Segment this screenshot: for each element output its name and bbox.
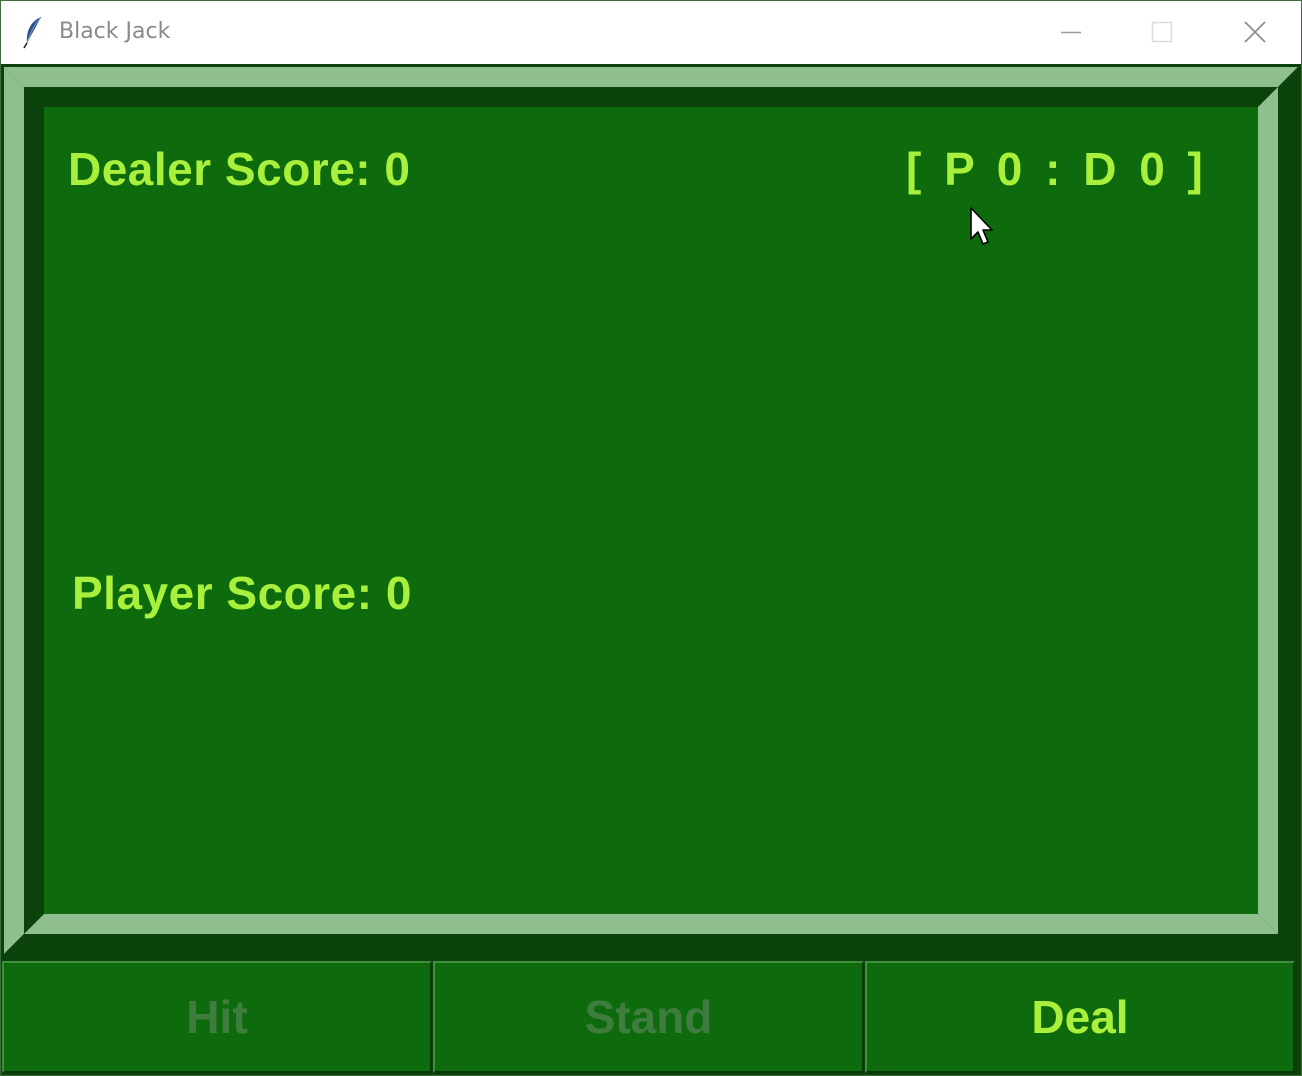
deal-button-label: Deal [1031, 991, 1129, 1043]
table-frame [4, 67, 1298, 954]
close-button[interactable] [1209, 1, 1301, 64]
hit-button[interactable]: Hit [2, 961, 432, 1073]
blackjack-window: Black Jack Dealer Score: 0 [P 0: D 0]… [0, 0, 1302, 1076]
mouse-cursor-icon [970, 207, 993, 245]
feather-icon [23, 16, 42, 49]
maximize-button[interactable] [1117, 1, 1209, 64]
title-bar[interactable]: Black Jack [1, 1, 1301, 64]
stand-button[interactable]: Stand [433, 961, 864, 1073]
player-score-label: Player Score: 0 [72, 567, 412, 619]
window-title: Black Jack [59, 19, 171, 44]
stand-button-label: Stand [584, 991, 713, 1043]
minimize-button[interactable] [1025, 1, 1117, 64]
deal-button[interactable]: Deal [865, 961, 1295, 1073]
action-bar: Hit Stand Deal [1, 959, 1301, 1075]
maximize-icon [1151, 21, 1173, 43]
minimize-icon [1061, 31, 1081, 34]
close-icon [1244, 21, 1266, 43]
card-table: Dealer Score: 0 [ P 0 : D 0 ] Player Sco… [1, 64, 1301, 959]
win-tally-label: [ P 0 : D 0 ] [906, 143, 1206, 195]
dealer-score-label: Dealer Score: 0 [68, 143, 411, 195]
hit-button-label: Hit [186, 991, 248, 1043]
